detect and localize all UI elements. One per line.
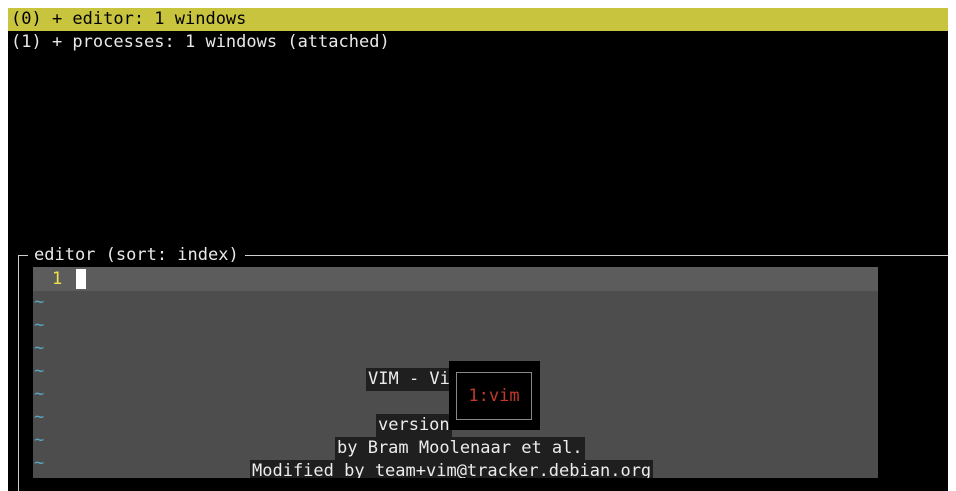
terminal-window: (0) + editor: 1 windows (1) + processes:…: [8, 8, 948, 491]
empty-line-marker: ~: [34, 338, 45, 358]
window-label-box: 1:vim: [456, 372, 532, 420]
intro-author: by Bram Moolenaar et al.: [335, 437, 585, 460]
intro-title: VIM - Vi: [366, 368, 452, 391]
window-label: 1:vim: [468, 386, 520, 406]
empty-line-marker: ~: [34, 292, 45, 312]
session-row-processes[interactable]: (1) + processes: 1 windows (attached): [8, 31, 948, 54]
empty-line-marker: ~: [34, 361, 45, 381]
text-cursor: [76, 269, 86, 289]
empty-line-marker: ~: [34, 453, 45, 473]
empty-line-marker: ~: [34, 384, 45, 404]
cursor-line: [33, 267, 878, 291]
empty-line-marker: ~: [34, 315, 45, 335]
window-popup[interactable]: 1:vim: [449, 361, 540, 430]
empty-line-marker: ~: [34, 430, 45, 450]
line-number: 1: [52, 269, 63, 289]
empty-line-marker: ~: [34, 407, 45, 427]
preview-pane-title: editor (sort: index): [28, 244, 245, 266]
session-row-editor[interactable]: (0) + editor: 1 windows: [8, 8, 948, 31]
intro-modified-by: Modified by team+vim@tracker.debian.org: [250, 460, 654, 478]
intro-version: version: [376, 414, 452, 437]
